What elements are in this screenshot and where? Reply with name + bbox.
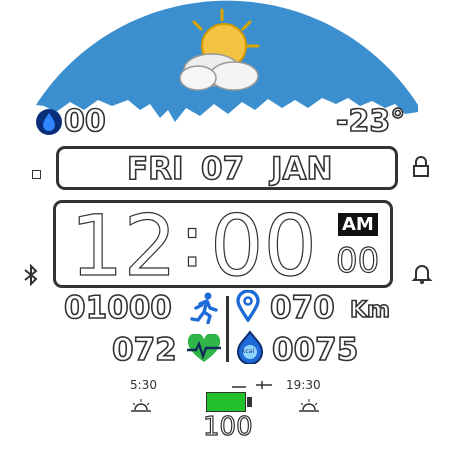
calories-badge: kcal [242,348,255,355]
sunrise-time: 5:30 [130,378,157,392]
day-of-week: FRI [126,150,184,188]
steps-count: 01000 [63,289,172,327]
distance-unit: Km [349,297,391,324]
day-of-month: 07 [200,150,245,188]
clock-seconds: 00 [335,240,380,281]
battery-percent: 100 [202,411,253,442]
distance-value: 070 [269,289,335,327]
sunrise-icon [130,398,152,417]
time-panel: 12 : 00 AM 00 [53,196,393,296]
heart-rate-value: 072 [111,331,177,369]
partly-cloudy-sun-icon [172,6,272,96]
square-icon [32,170,41,179]
heart-rate-icon [186,332,222,368]
temperature-value: -23° [335,103,406,140]
calories-icon: kcal [234,330,266,365]
location-pin-icon [236,289,260,326]
clock-hours: 12 [69,196,177,295]
clock-separator: : [179,198,205,283]
calories-value: 0075 [271,331,359,369]
sunset-time: 19:30 [286,378,321,392]
battery-icon [206,392,252,412]
battery-tip [247,397,252,407]
bluetooth-icon[interactable] [22,263,40,290]
lock-icon[interactable] [412,156,430,182]
humidity-value: 00 [63,103,106,140]
date-panel: FRI 07 JAN [56,146,398,190]
sunset-icon [298,398,320,417]
stats-divider [226,296,229,362]
bell-icon[interactable] [411,262,433,288]
ampm-badge: AM [338,213,378,236]
running-person-icon [190,292,218,328]
month: JAN [270,150,333,188]
battery-body [206,392,246,412]
battery-fill [207,393,245,411]
water-drop-icon [35,108,63,136]
clock-minutes: 00 [209,196,317,295]
